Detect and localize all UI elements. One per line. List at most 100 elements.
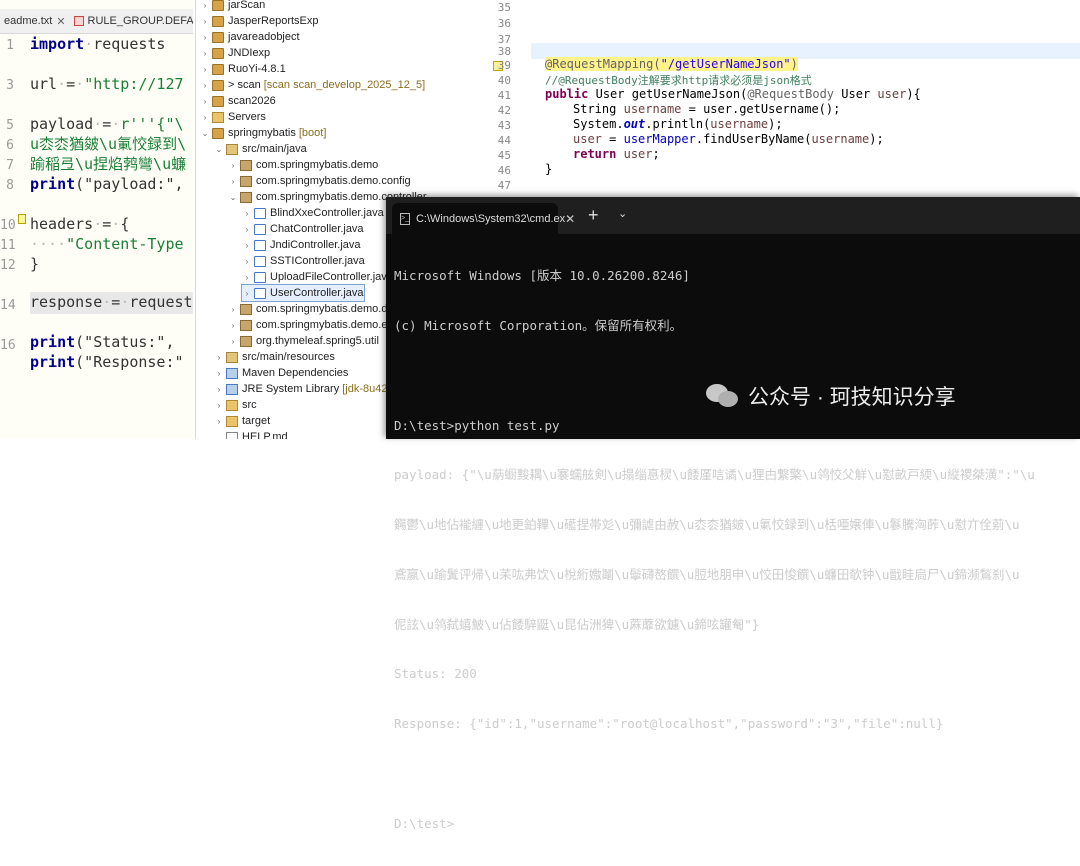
chevron-right-icon[interactable]: › — [242, 241, 252, 250]
tree-item[interactable]: › UploadFileController.java — [242, 269, 393, 285]
tree-item[interactable]: › JRE System Library [jdk-8u42] — [214, 381, 391, 397]
chevron-right-icon[interactable]: › — [200, 1, 210, 10]
tree-item-label: HELP.md — [242, 431, 288, 439]
tree-item[interactable]: › Servers — [200, 109, 266, 125]
tree-item[interactable]: ⌄ src/main/java — [214, 141, 307, 157]
line-number: 45 — [497, 149, 511, 162]
code-string: r'''{"\ — [120, 115, 184, 133]
tree-item[interactable]: › com.springmybatis.demo.dao — [228, 301, 400, 317]
chevron-down-icon[interactable]: ⌄ — [228, 193, 238, 202]
terminal-prompt[interactable]: D:\test> — [394, 816, 1080, 833]
chevron-right-icon[interactable]: › — [200, 113, 210, 122]
tree-item[interactable]: › RuoYi-4.8.1 — [200, 61, 286, 77]
line-number: 40 — [497, 74, 511, 87]
java-line-44: user = userMapper.findUserByName(usernam… — [573, 132, 884, 146]
tree-item-label: JNDIexp — [228, 47, 271, 59]
chevron-right-icon[interactable]: › — [242, 289, 252, 298]
tree-item-meta: [boot] — [298, 127, 327, 139]
tree-item[interactable]: › com.springmybatis.demo.config — [228, 173, 411, 189]
terminal-line: (c) Microsoft Corporation。保留所有权利。 — [394, 317, 683, 333]
code-token: User — [841, 87, 871, 101]
terminal-tab[interactable]: >_ C:\Windows\System32\cmd.ex ✕ — [392, 203, 575, 234]
tree-item-label: src — [242, 399, 257, 411]
package-icon — [240, 303, 252, 315]
tree-item[interactable]: › JndiController.java — [242, 237, 361, 253]
tree-item[interactable]: › jarScan — [200, 0, 265, 13]
java-file-icon — [254, 223, 266, 235]
chevron-right-icon[interactable]: › — [242, 225, 252, 234]
tree-item[interactable]: HELP.md — [214, 429, 288, 439]
tree-item[interactable]: › javareadobject — [200, 29, 300, 45]
tree-item[interactable]: › target — [214, 413, 270, 429]
tree-item[interactable]: › org.thymeleaf.spring5.util — [228, 333, 379, 349]
line-number: 47 — [497, 179, 511, 192]
terminal-output[interactable]: Microsoft Windows [版本 10.0.26200.8246] (… — [394, 235, 1080, 866]
close-icon[interactable]: ✕ — [565, 212, 575, 226]
tree-item[interactable]: › com.springmybatis.demo.enti — [228, 317, 399, 333]
chevron-right-icon[interactable]: › — [228, 337, 238, 346]
code-token: = — [609, 132, 617, 146]
chevron-right-icon[interactable]: › — [214, 385, 224, 394]
chevron-down-icon[interactable]: ⌄ — [200, 129, 210, 138]
tree-item-label: com.springmybatis.demo.dao — [256, 303, 400, 315]
project-icon — [212, 31, 224, 43]
tree-item-label: springmybatis — [228, 127, 296, 139]
chevron-right-icon[interactable]: › — [242, 257, 252, 266]
terminal-line: 鳶嬴\u踰鬒评帰\u䒩吰弗饮\u梲絎嫐鬮\u鬡礴嶅饌\u脰地朋申\u恔田悛饌\u… — [394, 566, 1020, 582]
chevron-right-icon[interactable]: › — [214, 417, 224, 426]
tree-item[interactable]: › JasperReportsExp — [200, 13, 319, 29]
new-tab-plus-icon[interactable]: + — [588, 205, 599, 226]
chevron-down-icon[interactable]: ⌄ — [214, 145, 224, 154]
tree-item[interactable]: › Maven Dependencies — [214, 365, 349, 381]
project-icon — [212, 47, 224, 59]
tree-item[interactable]: › > scan [scan scan_develop_2025_12_5] — [200, 77, 426, 93]
chevron-right-icon[interactable]: › — [228, 305, 238, 314]
code-function: print — [30, 353, 76, 371]
chevron-right-icon[interactable]: › — [228, 161, 238, 170]
tree-item[interactable]: › scan2026 — [200, 93, 276, 109]
tree-item[interactable]: › SSTIController.java — [242, 253, 365, 269]
mapping-path: "/getUserNameJson" — [660, 57, 791, 71]
chevron-right-icon[interactable]: › — [200, 97, 210, 106]
line-number-gutter: 1 3 5 6 7 8 10 11 12 14 16 — [0, 34, 20, 439]
chevron-right-icon[interactable]: › — [214, 369, 224, 378]
python-editor-pane[interactable]: eadme.txt ✕ RULE_GROUP.DEFAU... 1 3 5 6 … — [0, 0, 193, 439]
chevron-right-icon[interactable]: › — [200, 17, 210, 26]
tree-item-label: com.springmybatis.demo — [256, 159, 379, 171]
tree-item[interactable]: ⌄ springmybatis [boot] — [200, 125, 327, 141]
tab-rule-group[interactable]: RULE_GROUP.DEFAU... — [70, 15, 193, 27]
chevron-right-icon[interactable]: › — [214, 401, 224, 410]
tree-item[interactable]: › ChatController.java — [242, 221, 364, 237]
java-file-icon — [254, 239, 266, 251]
chevron-down-icon[interactable]: ⌄ — [618, 207, 627, 220]
java-editor-pane[interactable]: 35 36 37 38 39 40 41 42 43 44 45 46 47 @… — [491, 0, 1080, 200]
chevron-right-icon[interactable]: › — [242, 209, 252, 218]
tree-item[interactable]: › src — [214, 397, 257, 413]
chevron-right-icon[interactable]: › — [200, 65, 210, 74]
tab-readme[interactable]: eadme.txt ✕ — [0, 15, 70, 28]
tree-item[interactable]: › JNDIexp — [200, 45, 271, 61]
java-file-icon — [254, 255, 266, 267]
project-icon — [212, 0, 224, 11]
tree-item[interactable]: › com.springmybatis.demo — [228, 157, 379, 173]
chevron-right-icon[interactable]: › — [214, 353, 224, 362]
terminal-line: Response: {"id":1,"username":"root@local… — [394, 716, 944, 732]
chevron-right-icon[interactable]: › — [228, 177, 238, 186]
tree-item[interactable]: › BlindXxeController.java — [242, 205, 384, 221]
python-code[interactable]: import·requests url·=·"http://127 payloa… — [30, 34, 193, 371]
fold-marker-icon[interactable] — [18, 214, 26, 224]
code-line-url: url·=·"http://127 — [30, 75, 184, 93]
line-number: 44 — [497, 134, 511, 147]
tree-item-selected[interactable]: › UserController.java — [241, 284, 365, 302]
code-token: headers — [30, 215, 94, 233]
close-icon[interactable]: ✕ — [56, 15, 65, 28]
chevron-right-icon[interactable]: › — [200, 33, 210, 42]
code-token: = — [102, 115, 112, 133]
tree-item[interactable]: › src/main/resources — [214, 349, 335, 365]
java-line-42: String username = user.getUsername(); — [573, 102, 840, 116]
chevron-right-icon[interactable]: › — [200, 81, 210, 90]
chevron-right-icon[interactable]: › — [228, 321, 238, 330]
code-string: 踰稲弖\u捏焰鹁彎\u蠊 — [30, 155, 187, 173]
chevron-right-icon[interactable]: › — [200, 49, 210, 58]
chevron-right-icon[interactable]: › — [242, 273, 252, 282]
